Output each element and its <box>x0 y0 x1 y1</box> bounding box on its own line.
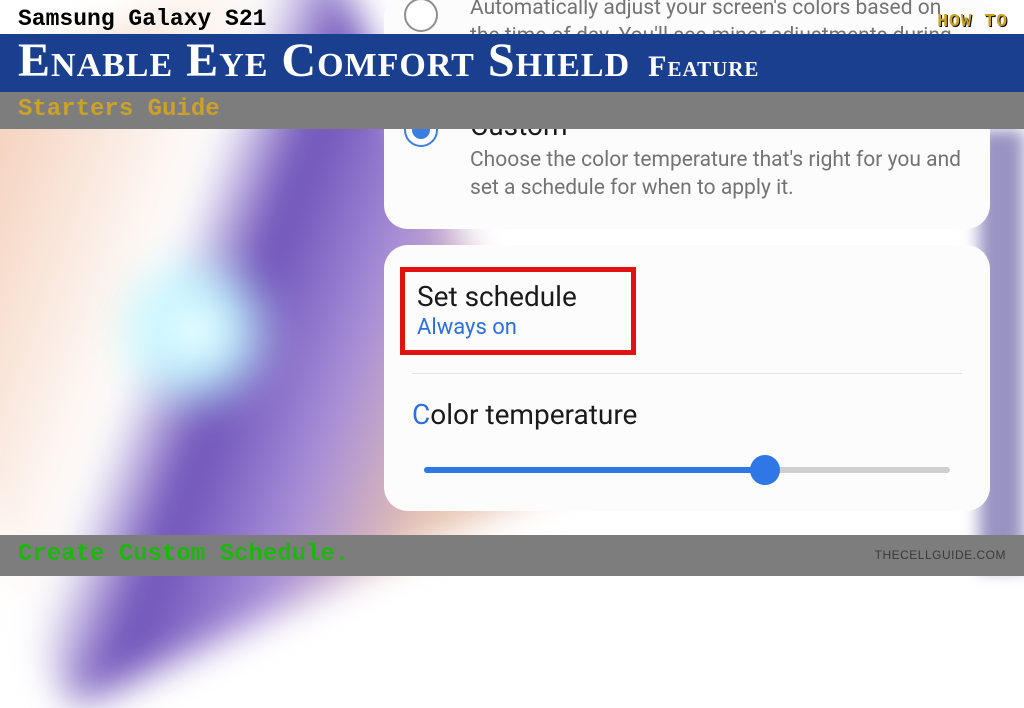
subtitle-bar: Starters Guide <box>0 92 1024 129</box>
how-to-badge: HOW TO <box>937 12 1008 32</box>
set-schedule-label: Set schedule <box>417 280 577 313</box>
set-schedule-row[interactable]: Set schedule Always on <box>400 267 636 355</box>
footer-credit: THECELLGUIDE.COM <box>875 548 1006 562</box>
color-temperature-slider[interactable] <box>412 453 962 493</box>
custom-detail-card: Set schedule Always on Color temperature <box>384 245 990 511</box>
color-temperature-label: Color temperature <box>412 398 962 431</box>
divider <box>412 373 962 374</box>
set-schedule-value: Always on <box>417 315 577 340</box>
device-label: Samsung Galaxy S21 <box>0 0 1024 34</box>
page-title-suffix: Feature <box>648 50 759 84</box>
option-custom-description: Choose the color temperature that's righ… <box>470 146 962 203</box>
slider-fill <box>424 467 765 473</box>
slider-thumb[interactable] <box>750 455 780 485</box>
title-bar: HOW TO Enable Eye Comfort Shield Feature <box>0 34 1024 92</box>
footer-bar: Create Custom Schedule. THECELLGUIDE.COM <box>0 535 1024 576</box>
page-title: Enable Eye Comfort Shield <box>18 36 630 86</box>
footer-caption: Create Custom Schedule. <box>18 541 349 568</box>
tutorial-header-overlay: Samsung Galaxy S21 HOW TO Enable Eye Com… <box>0 0 1024 129</box>
